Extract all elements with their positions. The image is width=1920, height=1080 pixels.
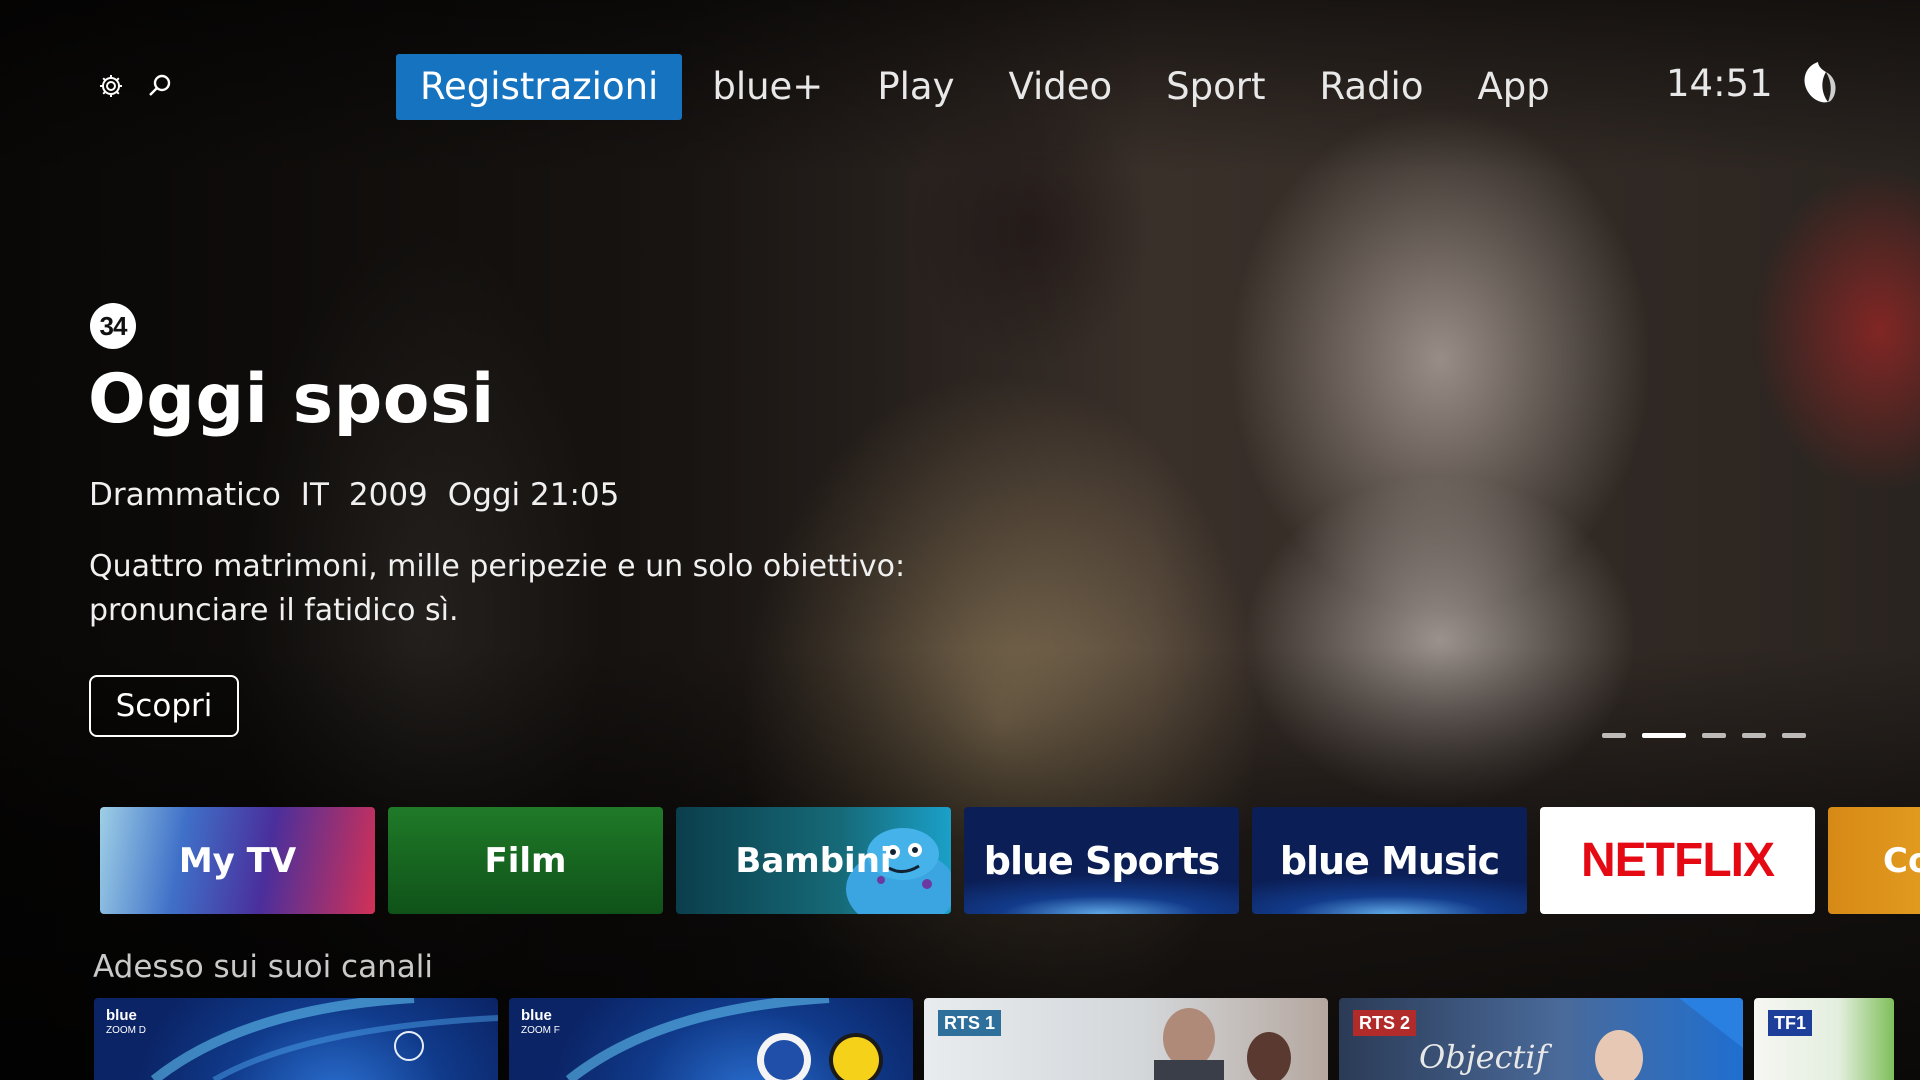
tile-label: Bambini <box>735 840 892 881</box>
channel-logo: 34 <box>90 303 136 349</box>
channel-thumbnails-row: blue ZOOM D blue ZOOM F RTS 1 RTS 2 Obje… <box>94 998 1905 1080</box>
carousel-dot[interactable] <box>1782 733 1806 738</box>
country: IT <box>300 477 329 513</box>
category-tiles-row: My TV Film Bambini blue Sports blue Musi… <box>100 807 1920 914</box>
tab-radio[interactable]: Radio <box>1296 54 1448 120</box>
channel-card[interactable]: blue ZOOM D <box>94 998 498 1080</box>
airtime: Oggi 21:05 <box>447 477 620 513</box>
champions-league-artwork <box>150 998 498 1080</box>
tile-film[interactable]: Film <box>388 807 663 914</box>
channel-card[interactable]: RTS 1 <box>924 998 1328 1080</box>
hero-meta: Drammatico IT 2009 Oggi 21:05 <box>89 477 639 513</box>
tab-sport[interactable]: Sport <box>1142 54 1289 120</box>
carousel-dot-active[interactable] <box>1642 733 1686 738</box>
tile-label: blue Sports <box>983 838 1220 883</box>
tab-play[interactable]: Play <box>853 54 978 120</box>
section-title: Adesso sui suoi canali <box>93 949 433 985</box>
channel-card[interactable]: TF1 <box>1754 998 1894 1080</box>
hero-description: Quattro matrimoni, mille peripezie e un … <box>89 545 989 633</box>
description-line-1: Quattro matrimoni, mille peripezie e un … <box>89 549 906 584</box>
tile-label: My TV <box>178 840 297 881</box>
discover-button[interactable]: Scopri <box>89 675 239 737</box>
tab-video[interactable]: Video <box>984 54 1136 120</box>
tile-my-tv[interactable]: My TV <box>100 807 375 914</box>
carousel-dot[interactable] <box>1602 733 1626 738</box>
clock: 14:51 <box>1666 62 1773 105</box>
tile-co-partial[interactable]: Co <box>1828 807 1920 914</box>
match-artwork <box>565 998 883 1080</box>
tab-blue-plus[interactable]: blue+ <box>688 54 847 120</box>
swisscom-logo-icon[interactable] <box>1796 58 1844 110</box>
carousel-dot[interactable] <box>1702 733 1726 738</box>
carousel-dot[interactable] <box>1742 733 1766 738</box>
gear-icon[interactable] <box>95 70 127 102</box>
tile-label: Co <box>1883 840 1920 881</box>
genre: Drammatico <box>89 477 281 513</box>
tile-netflix[interactable]: NETFLIX <box>1540 807 1815 914</box>
tile-label: blue Music <box>1279 838 1500 883</box>
tile-blue-sports[interactable]: blue Sports <box>964 807 1239 914</box>
tile-label: NETFLIX <box>1581 834 1775 887</box>
search-icon[interactable] <box>144 70 176 102</box>
channel-logo: TF1 <box>1768 1010 1813 1036</box>
main-nav: Registrazioni blue+ Play Video Sport Rad… <box>396 54 1580 120</box>
program-artwork <box>1595 998 1743 1080</box>
tab-app[interactable]: App <box>1453 54 1573 120</box>
tile-label: Film <box>484 840 567 881</box>
tile-bambini[interactable]: Bambini <box>676 807 951 914</box>
channel-card[interactable]: RTS 2 Objectif <box>1339 998 1743 1080</box>
description-line-2: pronunciare il fatidico sì. <box>89 593 459 628</box>
top-navigation-bar: Registrazioni blue+ Play Video Sport Rad… <box>0 0 1920 170</box>
tile-blue-music[interactable]: blue Music <box>1252 807 1527 914</box>
channel-card[interactable]: blue ZOOM F <box>509 998 913 1080</box>
hero-title: Oggi sposi <box>88 360 495 439</box>
carousel-indicator <box>1602 733 1822 738</box>
tab-registrazioni[interactable]: Registrazioni <box>396 54 683 120</box>
year: 2009 <box>348 477 428 513</box>
program-artwork <box>1154 1008 1291 1080</box>
